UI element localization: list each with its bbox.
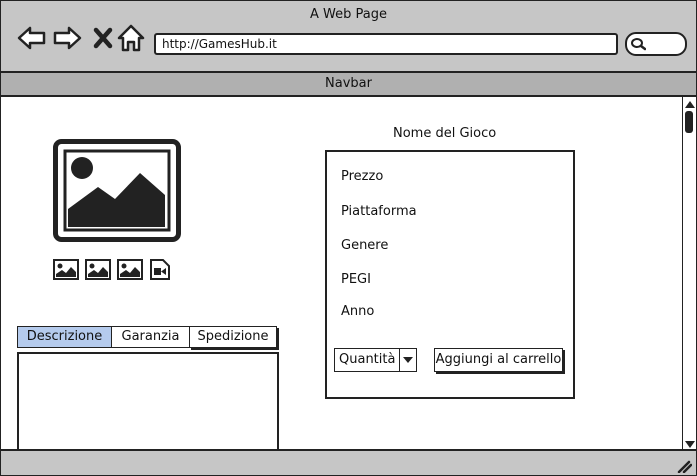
tab-content-panel	[17, 352, 279, 456]
window-title: A Web Page	[310, 7, 387, 22]
product-info-box: Prezzo Piattaforma Genere PEGI Anno Quan…	[325, 150, 575, 399]
thumbnail-image-icon[interactable]	[53, 259, 79, 280]
forward-button[interactable]	[52, 23, 82, 53]
chevron-down-icon[interactable]	[399, 348, 417, 372]
address-bar[interactable]: http://GamesHub.it	[154, 33, 618, 55]
home-button[interactable]	[116, 23, 146, 53]
search-input[interactable]	[625, 32, 687, 56]
field-platform: Piattaforma	[341, 204, 417, 219]
scroll-up-icon[interactable]	[685, 101, 695, 108]
scroll-thumb[interactable]	[685, 111, 693, 133]
tab-spedizione[interactable]: Spedizione	[189, 326, 277, 348]
back-button[interactable]	[17, 23, 47, 53]
add-to-cart-button[interactable]: Aggiungi al carrello	[434, 348, 563, 372]
status-bar	[1, 449, 696, 475]
field-year: Anno	[341, 304, 375, 319]
tab-garanzia[interactable]: Garanzia	[111, 326, 189, 348]
title-bar: A Web Page http://GamesHub.it	[1, 1, 696, 73]
game-title: Nome del Gioco	[393, 126, 497, 141]
thumbnail-image-icon[interactable]	[85, 259, 111, 280]
thumbnail-video-icon[interactable]	[149, 259, 171, 280]
field-pegi: PEGI	[341, 272, 371, 287]
vertical-scrollbar[interactable]	[682, 97, 696, 449]
browser-window: A Web Page http://GamesHub.it Navbar Des…	[0, 0, 697, 476]
navbar: Navbar	[1, 73, 696, 97]
search-icon	[631, 38, 646, 51]
thumbnail-image-icon[interactable]	[117, 259, 143, 280]
tab-bar: Descrizione Garanzia Spedizione	[17, 326, 277, 348]
product-image-icon	[53, 139, 181, 242]
tab-descrizione[interactable]: Descrizione	[17, 326, 111, 348]
field-price: Prezzo	[341, 169, 384, 184]
resize-grip-icon[interactable]	[676, 459, 692, 473]
scroll-down-icon[interactable]	[685, 441, 695, 448]
field-genre: Genere	[341, 238, 389, 253]
stop-button[interactable]	[89, 23, 119, 53]
quantity-select[interactable]: Quantità	[334, 348, 402, 372]
